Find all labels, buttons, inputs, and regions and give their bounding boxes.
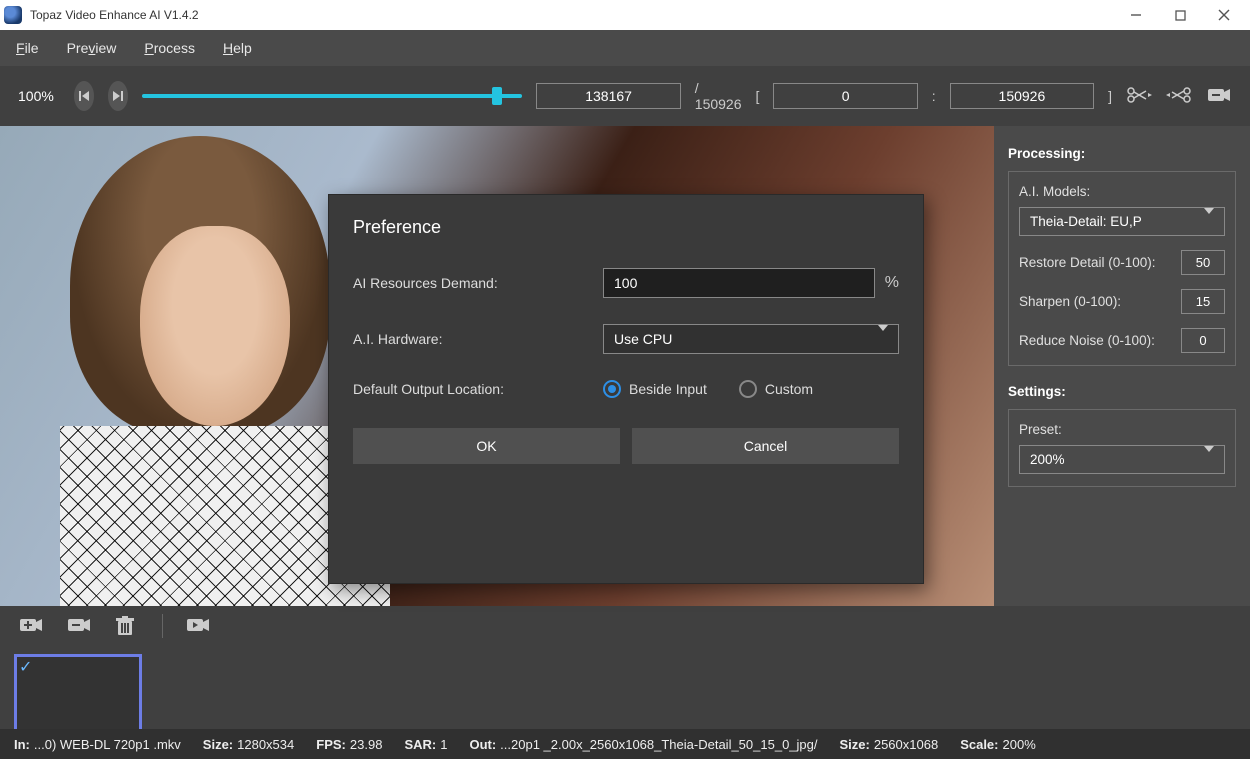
processing-title: Processing:	[1008, 146, 1236, 161]
camera-play-icon[interactable]	[185, 615, 211, 637]
radio-icon	[603, 380, 621, 398]
radio-beside-input[interactable]: Beside Input	[603, 380, 707, 398]
camera-add-icon[interactable]	[18, 615, 44, 637]
preview-action-bar	[0, 606, 1250, 646]
menu-preview[interactable]: Preview	[67, 40, 117, 56]
total-frames-label: / 150926	[695, 80, 742, 112]
radio-custom[interactable]: Custom	[739, 380, 813, 398]
maximize-button[interactable]	[1158, 0, 1202, 30]
cut-start-icon[interactable]	[1126, 85, 1152, 107]
status-fps-label: FPS:	[316, 737, 346, 752]
current-frame-input[interactable]	[536, 83, 680, 109]
ai-resources-input[interactable]	[603, 268, 875, 298]
percent-suffix: %	[885, 274, 899, 292]
model-select[interactable]: Theia-Detail: EU,P	[1019, 207, 1225, 236]
radio-beside-text: Beside Input	[629, 381, 707, 397]
menu-file[interactable]: File	[16, 40, 39, 56]
minimize-button[interactable]	[1114, 0, 1158, 30]
status-sar-value: 1	[440, 737, 447, 752]
preset-select[interactable]: 200%	[1019, 445, 1225, 474]
output-location-label: Default Output Location:	[353, 381, 603, 397]
toolbar: 100% / 150926 [ : ]	[0, 66, 1250, 126]
thumbnail-item[interactable]: ✓	[14, 654, 142, 734]
status-size1-label: Size:	[203, 737, 233, 752]
timeline-slider[interactable]	[142, 93, 522, 99]
skip-back-button[interactable]	[74, 81, 94, 111]
range-sep: :	[932, 88, 936, 104]
cancel-button[interactable]: Cancel	[632, 428, 899, 464]
model-selected-text: Theia-Detail: EU,P	[1030, 214, 1142, 229]
ai-hardware-select[interactable]: Use CPU	[603, 324, 899, 354]
trash-icon[interactable]	[114, 615, 140, 637]
reduce-noise-input[interactable]	[1181, 328, 1225, 353]
status-in-label: In:	[14, 737, 30, 752]
right-panel: Processing: A.I. Models: Theia-Detail: E…	[994, 126, 1250, 606]
status-size1-value: 1280x534	[237, 737, 294, 752]
chevron-down-icon	[1204, 452, 1214, 467]
range-end-input[interactable]	[950, 83, 1094, 109]
sharpen-label: Sharpen (0-100):	[1019, 294, 1121, 309]
camera-remove-icon[interactable]	[66, 615, 92, 637]
camera-minus-icon[interactable]	[1206, 85, 1232, 107]
chevron-down-icon	[878, 331, 888, 347]
title-bar: Topaz Video Enhance AI V1.4.2	[0, 0, 1250, 30]
ok-button[interactable]: OK	[353, 428, 620, 464]
menu-bar: File Preview Process Help	[0, 30, 1250, 66]
restore-detail-input[interactable]	[1181, 250, 1225, 275]
radio-custom-text: Custom	[765, 381, 813, 397]
separator	[162, 614, 163, 638]
status-scale-value: 200%	[1003, 737, 1036, 752]
sharpen-input[interactable]	[1181, 289, 1225, 314]
menu-help[interactable]: Help	[223, 40, 252, 56]
chevron-down-icon	[1204, 214, 1214, 229]
thumbnail-strip: ✓	[0, 646, 1250, 742]
preset-label: Preset:	[1019, 422, 1225, 437]
radio-icon	[739, 380, 757, 398]
status-size2-value: 2560x1068	[874, 737, 938, 752]
status-sar-label: SAR:	[404, 737, 436, 752]
skip-forward-button[interactable]	[108, 81, 128, 111]
status-scale-label: Scale:	[960, 737, 998, 752]
bracket-open: [	[756, 88, 760, 104]
status-size2-label: Size:	[840, 737, 870, 752]
ai-resources-label: AI Resources Demand:	[353, 275, 603, 291]
preview-figure	[60, 146, 340, 526]
ai-hardware-label: A.I. Hardware:	[353, 331, 603, 347]
reduce-noise-label: Reduce Noise (0-100):	[1019, 333, 1155, 348]
settings-title: Settings:	[1008, 384, 1236, 399]
close-button[interactable]	[1202, 0, 1246, 30]
restore-detail-label: Restore Detail (0-100):	[1019, 255, 1156, 270]
zoom-level[interactable]: 100%	[18, 88, 54, 104]
preference-dialog: Preference AI Resources Demand: % A.I. H…	[328, 194, 924, 584]
app-logo-icon	[4, 6, 22, 24]
dialog-title: Preference	[353, 217, 899, 238]
status-in-value: ...0) WEB-DL 720p1 .mkv	[34, 737, 181, 752]
ai-hardware-value: Use CPU	[614, 331, 672, 347]
menu-process[interactable]: Process	[144, 40, 195, 56]
status-bar: In: ...0) WEB-DL 720p1 .mkv Size: 1280x534…	[0, 729, 1250, 759]
range-start-input[interactable]	[773, 83, 917, 109]
bracket-close: ]	[1108, 88, 1112, 104]
cut-end-icon[interactable]	[1166, 85, 1192, 107]
preset-value-text: 200%	[1030, 452, 1065, 467]
models-label: A.I. Models:	[1019, 184, 1225, 199]
status-out-label: Out:	[469, 737, 496, 752]
window-title: Topaz Video Enhance AI V1.4.2	[30, 8, 1114, 22]
check-icon: ✓	[19, 657, 32, 677]
slider-thumb[interactable]	[492, 87, 502, 105]
status-fps-value: 23.98	[350, 737, 383, 752]
status-out-value: ...20p1 _2.00x_2560x1068_Theia-Detail_50…	[500, 737, 817, 752]
